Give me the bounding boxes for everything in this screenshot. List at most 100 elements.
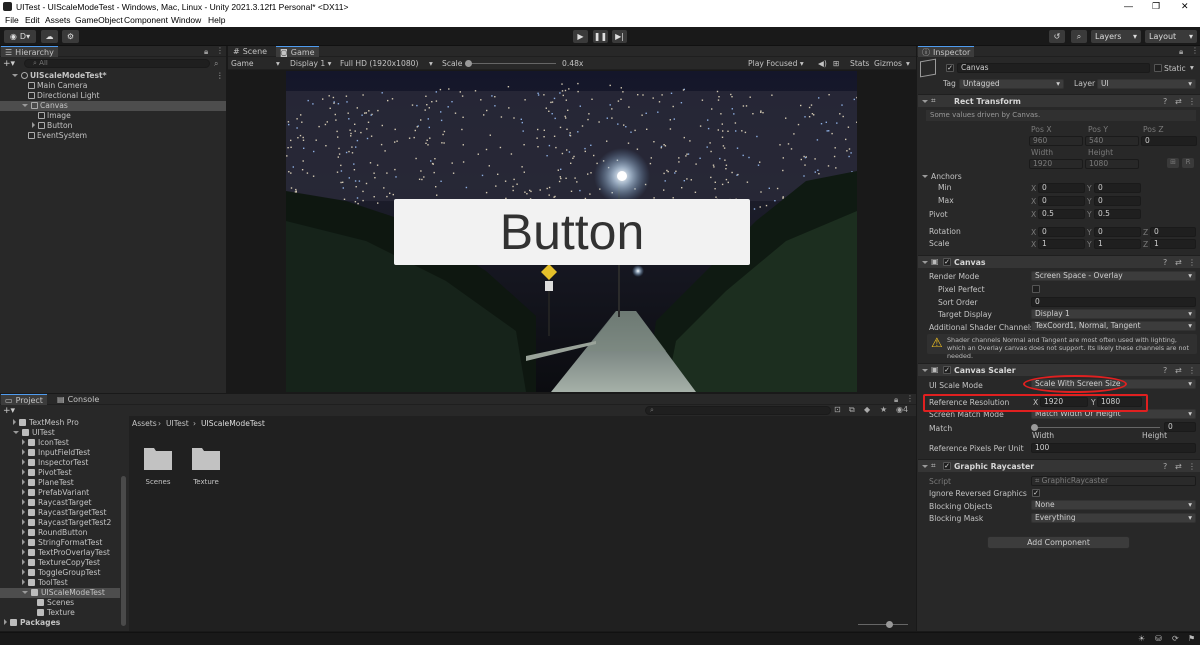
blueprint-mode-button[interactable]: ⊞ (1167, 158, 1179, 168)
menu-edit[interactable]: Edit (25, 15, 40, 25)
target-display-dropdown[interactable]: Display 1 ▾ (1031, 309, 1196, 319)
menu-help[interactable]: Help (208, 15, 225, 25)
rotation-z-field[interactable]: 0 (1150, 227, 1196, 237)
anchor-min-y-field[interactable]: 0 (1094, 183, 1141, 193)
canvas-enabled-checkbox[interactable]: ✓ (943, 258, 951, 266)
project-tree-item[interactable]: UIScaleModeTest (0, 588, 120, 598)
chevron-right-icon[interactable] (22, 459, 25, 465)
ppu-field[interactable]: 100 (1031, 443, 1196, 453)
project-search-input[interactable]: ⌕ (645, 406, 831, 415)
component-menu-icon[interactable]: ⋮ (1188, 97, 1196, 106)
tag-icon[interactable]: ◆ (864, 405, 870, 414)
add-component-button[interactable]: Add Component (987, 536, 1130, 549)
asset-folder-texture[interactable]: Texture (190, 444, 222, 492)
play-focused-dropdown[interactable]: Play Focused ▾ (748, 59, 804, 68)
favorite-icon[interactable]: ★ (880, 405, 887, 414)
project-tree-item[interactable]: PivotTest (0, 468, 120, 478)
display-dropdown[interactable]: Display 1 ▾ (290, 59, 331, 68)
hierarchy-item[interactable]: Directional Light (0, 91, 226, 101)
hierarchy-item[interactable]: Button (0, 121, 226, 131)
preset-icon[interactable]: ⇄ (1175, 366, 1182, 375)
tag-dropdown[interactable]: Untagged ▾ (959, 79, 1064, 89)
tab-scene[interactable]: # Scene (229, 46, 271, 57)
component-menu-icon[interactable]: ⋮ (1188, 462, 1196, 471)
chevron-right-icon[interactable] (22, 529, 25, 535)
preset-icon[interactable]: ⇄ (1175, 258, 1182, 267)
canvas-component-header[interactable]: ▣ ✓ Canvas ? ⇄ ⋮ (918, 255, 1200, 268)
object-name-input[interactable]: Canvas (957, 63, 1150, 73)
menu-icon[interactable]: ⋮ (216, 46, 224, 55)
canvas-scaler-enabled-checkbox[interactable]: ✓ (943, 366, 951, 374)
chevron-right-icon[interactable] (32, 122, 35, 128)
hierarchy-item[interactable]: Canvas (0, 101, 226, 111)
rotation-y-field[interactable]: 0 (1094, 227, 1141, 237)
project-tree-item[interactable]: Packages (0, 618, 120, 628)
pos-z-field[interactable]: 0 (1141, 136, 1197, 146)
project-tree-item[interactable]: RaycastTarget (0, 498, 120, 508)
anchor-min-x-field[interactable]: 0 (1038, 183, 1085, 193)
chevron-down-icon[interactable] (13, 431, 19, 434)
raycaster-enabled-checkbox[interactable]: ✓ (943, 462, 951, 470)
rect-transform-header[interactable]: ⌗ Rect Transform ? ⇄ ⋮ (918, 94, 1200, 107)
collab-status-icon[interactable]: ⚑ (1188, 634, 1195, 643)
search-by-type-icon[interactable]: ⊡ (834, 405, 841, 414)
pivot-y-field[interactable]: 0.5 (1094, 209, 1141, 219)
add-object-button[interactable]: +▾ (3, 59, 15, 69)
project-tree-item[interactable]: TextMesh Pro (0, 418, 120, 428)
gizmos-button[interactable]: Gizmos (874, 59, 902, 68)
maximize-button[interactable]: ❐ (1152, 1, 1160, 12)
rotation-x-field[interactable]: 0 (1038, 227, 1085, 237)
anchors-foldout[interactable]: Anchors (922, 172, 962, 181)
lock-icon[interactable]: 🔒︎ (894, 395, 898, 405)
help-icon[interactable]: ? (1163, 258, 1167, 267)
chevron-right-icon[interactable] (22, 439, 25, 445)
chevron-down-icon[interactable] (12, 74, 18, 77)
project-tree-item[interactable]: RaycastTargetTest2 (0, 518, 120, 528)
tab-console[interactable]: ▤ Console (53, 394, 103, 405)
chevron-down-icon[interactable] (22, 591, 28, 594)
menu-window[interactable]: Window (171, 15, 201, 25)
scale-y-field[interactable]: 1 (1094, 239, 1141, 249)
resolution-dropdown[interactable]: Full HD (1920x1080) (340, 59, 418, 68)
blocking-objects-dropdown[interactable]: None ▾ (1031, 500, 1196, 510)
project-tree-item[interactable]: TextureCopyTest (0, 558, 120, 568)
chevron-down-icon[interactable]: ▾ (1190, 63, 1194, 72)
pixel-perfect-checkbox[interactable] (1032, 285, 1040, 293)
resolution-stats-icon[interactable]: ⊞ (833, 59, 839, 68)
chevron-right-icon[interactable] (4, 619, 7, 625)
project-tree-item[interactable]: InspectorTest (0, 458, 120, 468)
project-tree-item[interactable]: ToolTest (0, 578, 120, 588)
help-icon[interactable]: ? (1163, 462, 1167, 471)
active-checkbox[interactable]: ✓ (946, 64, 954, 72)
hidden-packages-icon[interactable]: ◉4 (896, 405, 908, 414)
project-tree-item[interactable]: StringFormatTest (0, 538, 120, 548)
minimize-button[interactable]: — (1124, 1, 1133, 11)
chevron-right-icon[interactable] (22, 509, 25, 515)
menu-gameobject[interactable]: GameObject (75, 15, 123, 25)
account-dropdown[interactable]: ◉ D ▾ (4, 30, 36, 43)
hierarchy-search-input[interactable]: ⌕ All (24, 59, 210, 68)
component-menu-icon[interactable]: ⋮ (1188, 366, 1196, 375)
mute-icon[interactable]: ◀) (818, 59, 827, 68)
project-tree-item[interactable]: Texture (0, 608, 120, 618)
project-tree-item[interactable]: Scenes (0, 598, 120, 608)
match-slider-track[interactable] (1034, 427, 1160, 428)
icon-size-slider-handle[interactable] (886, 621, 893, 628)
cache-icon[interactable]: ⛁ (1155, 634, 1162, 643)
chevron-right-icon[interactable] (22, 489, 25, 495)
raw-edit-button[interactable]: R (1182, 158, 1194, 168)
lock-icon[interactable]: 🔒︎ (1179, 47, 1183, 57)
menu-file[interactable]: File (5, 15, 19, 25)
scale-z-field[interactable]: 1 (1150, 239, 1196, 249)
tab-hierarchy[interactable]: ☰ Hierarchy (1, 46, 58, 57)
help-icon[interactable]: ? (1163, 97, 1167, 106)
menu-icon[interactable]: ⋮ (906, 394, 914, 403)
ignore-reversed-checkbox[interactable]: ✓ (1032, 489, 1040, 497)
scene-menu-icon[interactable]: ⋮ (216, 71, 224, 81)
layers-dropdown[interactable]: Layers ▾ (1091, 30, 1141, 43)
chevron-right-icon[interactable] (22, 539, 25, 545)
step-button[interactable]: ▶| (612, 30, 627, 43)
create-asset-button[interactable]: +▾ (3, 406, 15, 416)
chevron-right-icon[interactable] (22, 559, 25, 565)
breadcrumb-uitest[interactable]: UITest (166, 419, 189, 428)
